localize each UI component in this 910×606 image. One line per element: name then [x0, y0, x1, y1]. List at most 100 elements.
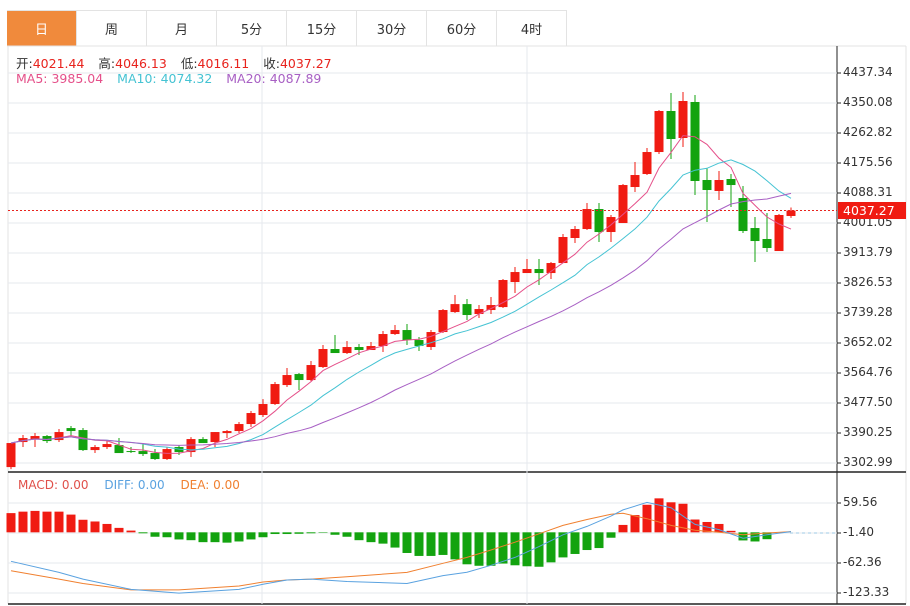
candle-up [510, 272, 520, 283]
candle-down [402, 330, 412, 341]
candle-up [378, 334, 388, 347]
macd-bar [126, 530, 136, 533]
current-price-tag: 4037.27 [838, 202, 906, 219]
macd-bar [138, 532, 148, 534]
ma20-line [10, 192, 792, 446]
candle-up [474, 309, 484, 315]
macd-bar [42, 511, 52, 533]
candle-up [246, 413, 256, 425]
candle-up [714, 180, 724, 192]
candle-down [198, 439, 208, 444]
candle-up [318, 349, 328, 368]
candle-down [690, 101, 700, 182]
macd-bar [114, 527, 124, 533]
candle-down [750, 228, 760, 242]
macd-tick-label: -62.36 [843, 555, 882, 569]
price-tick-label: 4262.82 [843, 125, 893, 139]
macd-bar [306, 532, 316, 534]
macd-bar [450, 532, 460, 560]
macd-bar [414, 532, 424, 556]
macd-tick-label: -1.40 [843, 525, 875, 539]
high-label: 高: [98, 56, 116, 71]
macd-bar [246, 532, 256, 540]
candle-up [654, 111, 664, 153]
candle-down [354, 347, 364, 351]
open-value: 4021.44 [32, 56, 85, 71]
macd-bar [426, 532, 436, 556]
high-value: 4046.13 [115, 56, 167, 71]
macd-bar [162, 532, 172, 538]
price-tick-label: 3564.76 [843, 365, 893, 379]
macd-bar [102, 523, 112, 533]
candle-down [666, 111, 676, 140]
candle-up [210, 432, 220, 443]
close-label: 收: [263, 56, 280, 71]
candle-up [258, 404, 268, 416]
close-value: 4037.27 [279, 56, 332, 71]
macd-bar [150, 532, 160, 537]
macd-value: MACD: 0.00 [18, 478, 89, 492]
macd-bar [282, 532, 292, 535]
open-label: 开: [16, 56, 33, 71]
candle-up [570, 229, 580, 239]
macd-bar [654, 498, 664, 533]
dea-value: DEA: 0.00 [180, 478, 240, 492]
kline-chart-widget: 日 周 月 5分 15分 30分 60分 4时 开:4021.44 高:4046… [0, 0, 910, 606]
ma5-value: MA5: 3985.04 [16, 71, 104, 86]
candle-down [78, 430, 88, 451]
macd-bar [18, 511, 28, 533]
candle-up [522, 269, 532, 274]
ma-legend: MA5: 3985.04 MA10: 4074.32 MA20: 4087.89 [16, 71, 331, 86]
candle-up [282, 375, 292, 386]
macd-bar [342, 532, 352, 537]
candle-up [774, 215, 784, 252]
ma10-value: MA10: 4074.32 [117, 71, 213, 86]
ohlc-legend: 开:4021.44 高:4046.13 低:4016.11 收:4037.27 [16, 53, 342, 72]
ma20-value: MA20: 4087.89 [226, 71, 322, 86]
macd-bar [582, 532, 592, 551]
macd-bar [210, 532, 220, 543]
macd-bar [30, 510, 40, 533]
candle-up [90, 447, 100, 451]
price-tick-label: 4088.31 [843, 185, 893, 199]
macd-bar [354, 532, 364, 541]
candle-down [594, 209, 604, 233]
macd-bar [438, 532, 448, 555]
price-tick-label: 4437.34 [843, 65, 893, 79]
candle-up [306, 365, 316, 381]
macd-tick-label: -123.33 [843, 585, 890, 599]
price-tick-label: 4175.56 [843, 155, 893, 169]
macd-bar [6, 513, 16, 533]
candle-up [234, 424, 244, 432]
candle-up [102, 444, 112, 448]
macd-bar [174, 532, 184, 540]
candle-down [294, 374, 304, 381]
macd-bar [738, 532, 748, 541]
chart-canvas[interactable] [0, 0, 910, 606]
price-tick-label: 3302.99 [843, 455, 893, 469]
candle-down [462, 304, 472, 316]
price-tick-label: 3477.50 [843, 395, 893, 409]
macd-bar [366, 532, 376, 543]
low-label: 低: [180, 56, 198, 71]
candle-up [426, 332, 436, 348]
macd-bar [198, 532, 208, 543]
macd-bar [270, 532, 280, 535]
macd-bar [570, 532, 580, 554]
macd-bar [546, 532, 556, 563]
macd-bar [498, 532, 508, 564]
candle-up [390, 330, 400, 335]
macd-bar [186, 532, 196, 541]
macd-bar [402, 532, 412, 553]
macd-bar [474, 532, 484, 566]
price-tick-label: 3390.25 [843, 425, 893, 439]
diff-value: DIFF: 0.00 [104, 478, 165, 492]
macd-bar [78, 519, 88, 533]
macd-bar [330, 532, 340, 535]
candle-down [330, 349, 340, 354]
macd-bar [90, 521, 100, 533]
macd-bar [390, 532, 400, 548]
price-tick-label: 4350.08 [843, 95, 893, 109]
candle-down [702, 180, 712, 191]
candle-down [126, 451, 136, 453]
